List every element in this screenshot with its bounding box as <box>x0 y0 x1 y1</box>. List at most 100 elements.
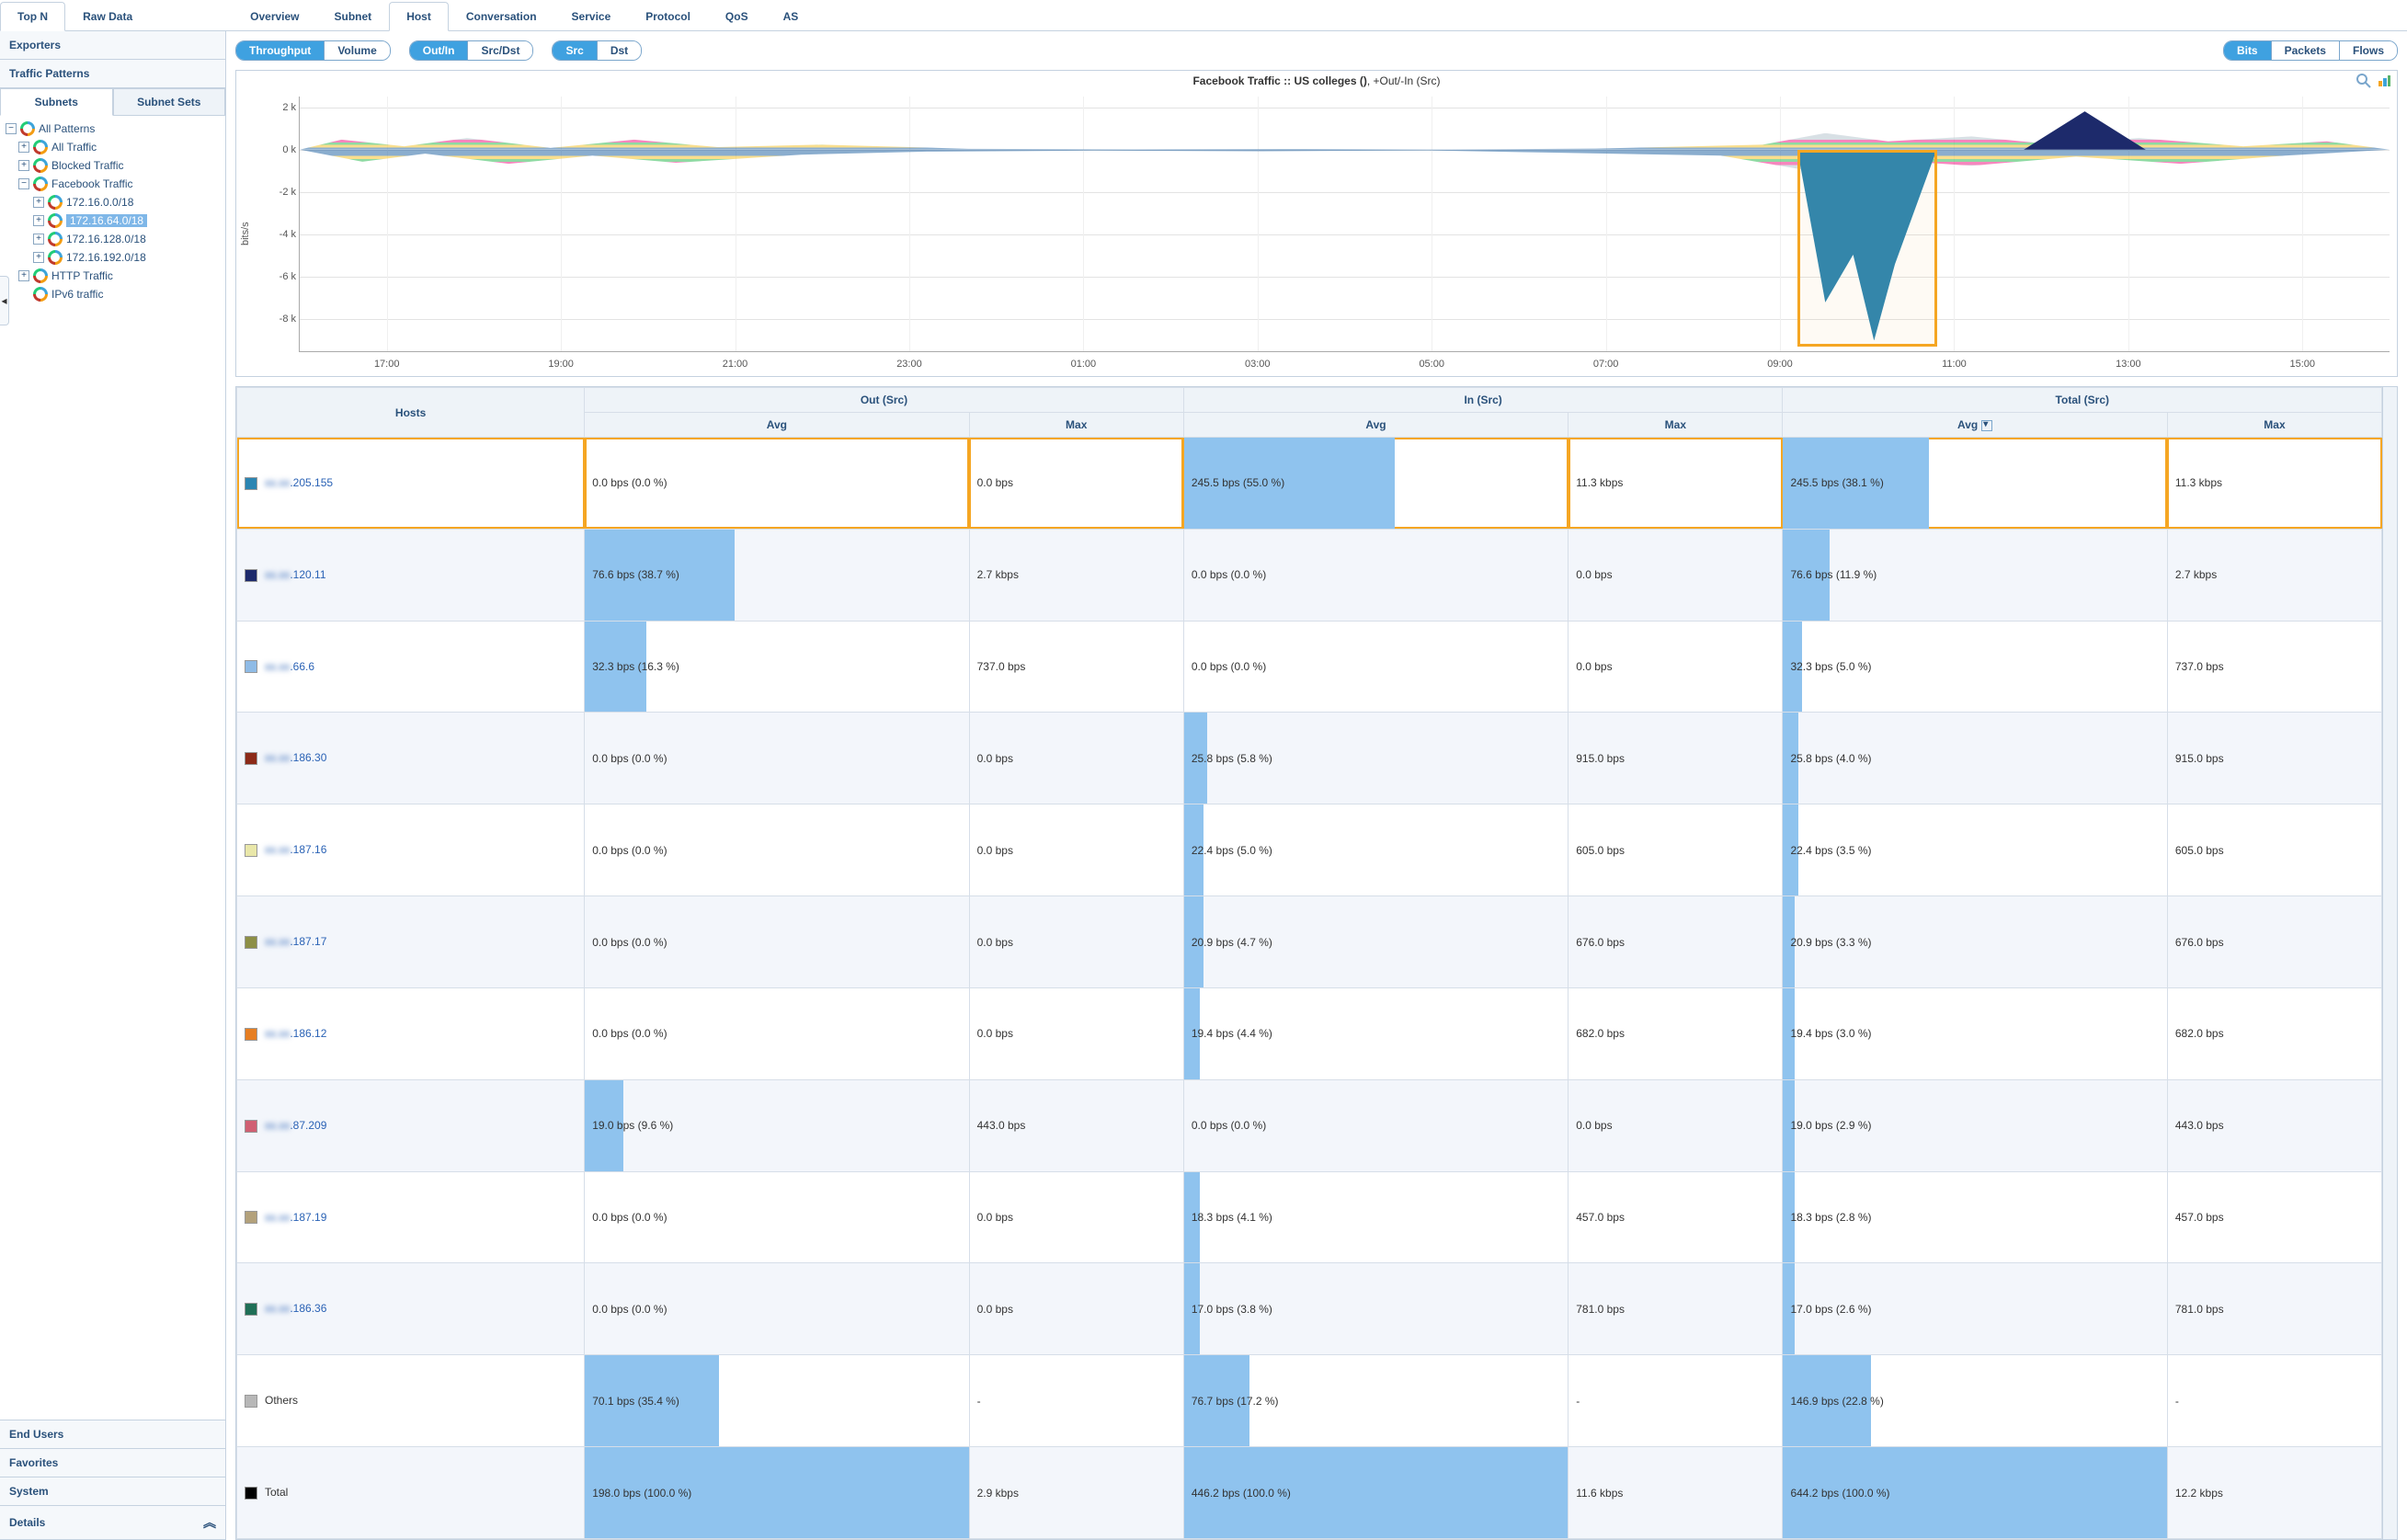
x-tick-label: 11:00 <box>1942 359 1967 370</box>
expand-icon[interactable]: + <box>33 215 44 226</box>
expand-icon[interactable]: + <box>18 160 29 171</box>
expand-icon[interactable]: + <box>18 270 29 281</box>
pill-src-dst[interactable]: Src/Dst <box>467 41 532 60</box>
metric-cell: 0.0 bps <box>1569 529 1783 621</box>
tab-conversation[interactable]: Conversation <box>449 2 554 30</box>
host-link[interactable]: .186.12 <box>290 1027 326 1040</box>
pill-bits[interactable]: Bits <box>2224 41 2271 60</box>
zoom-icon[interactable] <box>2356 74 2371 88</box>
col-label: Avg <box>1957 418 1978 431</box>
table-row[interactable]: xx.xx.186.360.0 bps (0.0 %)0.0 bps17.0 b… <box>237 1263 2382 1355</box>
expand-icon[interactable]: + <box>33 252 44 263</box>
table-row[interactable]: Total198.0 bps (100.0 %)2.9 kbps446.2 bp… <box>237 1447 2382 1539</box>
col-in-max[interactable]: Max <box>1569 413 1783 438</box>
col-total-avg[interactable]: Avg <box>1783 413 2167 438</box>
table-scrollbar[interactable] <box>2382 387 2397 1539</box>
tab-top-n[interactable]: Top N <box>0 2 65 31</box>
col-out-avg[interactable]: Avg <box>585 413 969 438</box>
tree-all-patterns[interactable]: − All Patterns <box>4 120 222 138</box>
host-cell: xx.xx.120.11 <box>237 529 585 621</box>
host-link[interactable]: .187.16 <box>290 843 326 856</box>
tree-ipv6-traffic[interactable]: IPv6 traffic <box>4 285 222 303</box>
sidebar-collapse-handle[interactable]: ◂ <box>0 276 9 325</box>
metric-cell: 22.4 bps (3.5 %) <box>1783 804 2167 896</box>
tree-subnet-item[interactable]: +172.16.64.0/18 <box>4 211 222 230</box>
collapse-icon[interactable]: − <box>6 123 17 134</box>
host-link[interactable]: .87.209 <box>290 1119 326 1132</box>
host-link[interactable]: .66.6 <box>290 660 314 673</box>
metric-cell: 676.0 bps <box>2167 896 2381 988</box>
table-row[interactable]: xx.xx.187.170.0 bps (0.0 %)0.0 bps20.9 b… <box>237 896 2382 988</box>
tree-subnet-item[interactable]: +172.16.192.0/18 <box>4 248 222 267</box>
table-row[interactable]: xx.xx.187.190.0 bps (0.0 %)0.0 bps18.3 b… <box>237 1171 2382 1263</box>
table-row[interactable]: xx.xx.186.300.0 bps (0.0 %)0.0 bps25.8 b… <box>237 713 2382 804</box>
metric-cell: 457.0 bps <box>2167 1171 2381 1263</box>
table-row[interactable]: xx.xx.66.632.3 bps (16.3 %)737.0 bps0.0 … <box>237 621 2382 713</box>
pill-packets[interactable]: Packets <box>2271 41 2339 60</box>
col-out-max[interactable]: Max <box>969 413 1183 438</box>
tree-label: 172.16.128.0/18 <box>66 233 146 245</box>
tab-as[interactable]: AS <box>766 2 816 30</box>
tab-subnet[interactable]: Subnet <box>317 2 390 30</box>
tree-blocked-traffic[interactable]: + Blocked Traffic <box>4 156 222 175</box>
host-link[interactable]: .205.155 <box>290 476 333 489</box>
col-hosts[interactable]: Hosts <box>237 388 585 438</box>
pill-group-unit: Bits Packets Flows <box>2223 40 2398 61</box>
tab-raw-data[interactable]: Raw Data <box>65 2 150 30</box>
tab-service[interactable]: Service <box>554 2 629 30</box>
chart-plot-area[interactable]: 2 k0 k-2 k-4 k-6 k-8 k17:0019:0021:0023:… <box>299 97 2390 352</box>
tree-all-traffic[interactable]: + All Traffic <box>4 138 222 156</box>
tree-subnet-item[interactable]: +172.16.0.0/18 <box>4 193 222 211</box>
metric-cell: 443.0 bps <box>969 1079 1183 1171</box>
table-row[interactable]: xx.xx.205.1550.0 bps (0.0 %)0.0 bps245.5… <box>237 438 2382 530</box>
host-link[interactable]: .187.17 <box>290 935 326 948</box>
chevron-up-icon[interactable]: ︽ <box>203 1513 216 1532</box>
col-in-avg[interactable]: Avg <box>1183 413 1568 438</box>
host-link[interactable]: .120.11 <box>290 568 325 581</box>
table-row[interactable]: Others70.1 bps (35.4 %)-76.7 bps (17.2 %… <box>237 1355 2382 1447</box>
host-ip-redacted: xx.xx <box>265 1119 290 1132</box>
col-total-max[interactable]: Max <box>2167 413 2381 438</box>
tab-host[interactable]: Host <box>389 2 449 31</box>
sidebar-section-traffic-patterns[interactable]: Traffic Patterns <box>0 60 225 88</box>
host-ip-redacted: xx.xx <box>265 1302 290 1315</box>
expand-icon[interactable]: + <box>33 197 44 208</box>
subtab-subnets[interactable]: Subnets <box>0 88 113 116</box>
pill-out-in[interactable]: Out/In <box>410 41 468 60</box>
sort-desc-icon[interactable] <box>1981 420 1992 431</box>
pill-dst[interactable]: Dst <box>597 41 641 60</box>
tab-protocol[interactable]: Protocol <box>628 2 708 30</box>
tree-facebook-traffic[interactable]: − Facebook Traffic <box>4 175 222 193</box>
chart-body[interactable]: bits/s 2 k0 k-2 k-4 k-6 k-8 k17:0019:002… <box>236 91 2397 376</box>
pill-flows[interactable]: Flows <box>2339 41 2397 60</box>
host-link[interactable]: .186.36 <box>290 1302 326 1315</box>
table-row[interactable]: xx.xx.87.20919.0 bps (9.6 %)443.0 bps0.0… <box>237 1079 2382 1171</box>
x-tick-label: 05:00 <box>1419 359 1444 370</box>
metric-cell: 11.3 kbps <box>1569 438 1783 530</box>
sidebar-section-favorites[interactable]: Favorites <box>0 1449 225 1477</box>
table-row[interactable]: xx.xx.186.120.0 bps (0.0 %)0.0 bps19.4 b… <box>237 987 2382 1079</box>
table-row[interactable]: xx.xx.187.160.0 bps (0.0 %)0.0 bps22.4 b… <box>237 804 2382 896</box>
sidebar-section-exporters[interactable]: Exporters <box>0 31 225 60</box>
expand-icon[interactable]: + <box>18 142 29 153</box>
subtab-subnet-sets[interactable]: Subnet Sets <box>113 88 226 115</box>
export-icon[interactable] <box>2377 74 2391 88</box>
tree-http-traffic[interactable]: + HTTP Traffic <box>4 267 222 285</box>
host-link[interactable]: .186.30 <box>290 751 326 764</box>
tab-qos[interactable]: QoS <box>708 2 766 30</box>
pill-throughput[interactable]: Throughput <box>236 41 324 60</box>
metric-cell: 0.0 bps <box>969 804 1183 896</box>
expand-icon[interactable]: + <box>33 234 44 245</box>
host-cell: Total <box>237 1447 585 1539</box>
table-row[interactable]: xx.xx.120.1176.6 bps (38.7 %)2.7 kbps0.0… <box>237 529 2382 621</box>
pill-volume[interactable]: Volume <box>324 41 389 60</box>
tree-subnet-item[interactable]: +172.16.128.0/18 <box>4 230 222 248</box>
sidebar-section-details[interactable]: Details ︽ <box>0 1506 225 1540</box>
collapse-icon[interactable]: − <box>18 178 29 189</box>
pill-src[interactable]: Src <box>553 41 596 60</box>
host-link[interactable]: .187.19 <box>290 1211 326 1224</box>
metric-cell: 0.0 bps <box>969 987 1183 1079</box>
tab-overview[interactable]: Overview <box>233 2 316 30</box>
sidebar-section-system[interactable]: System <box>0 1477 225 1506</box>
sidebar-section-end-users[interactable]: End Users <box>0 1420 225 1449</box>
